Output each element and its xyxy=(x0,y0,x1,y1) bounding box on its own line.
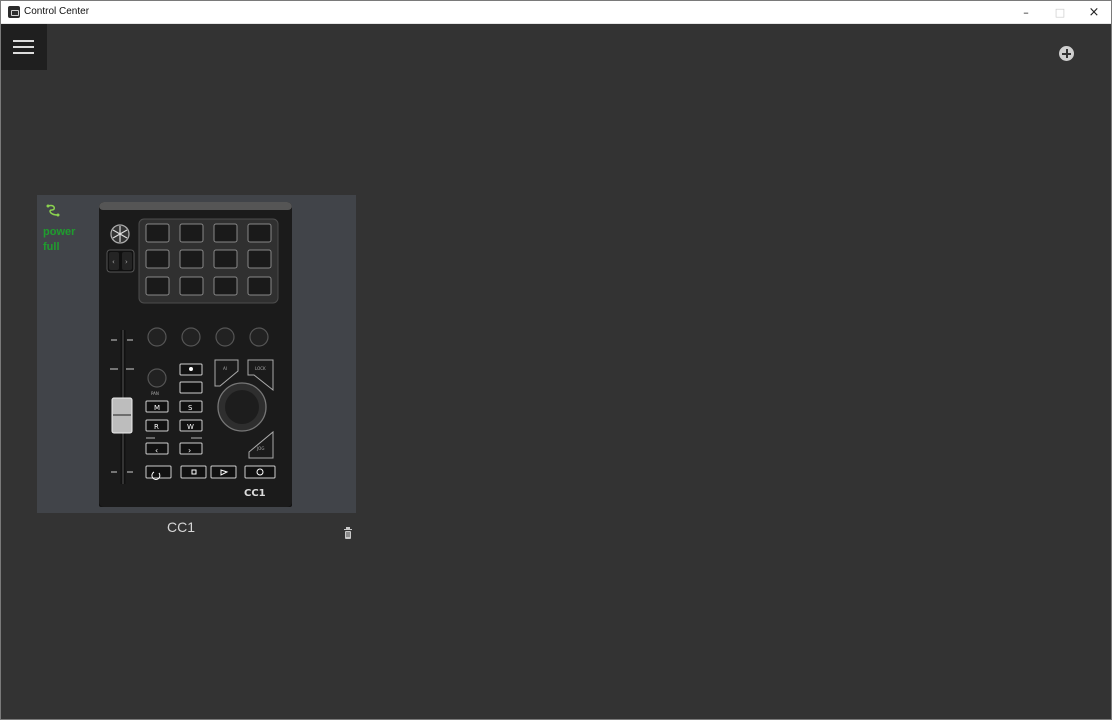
hamburger-menu-icon[interactable] xyxy=(1,24,47,70)
status-text-level: full xyxy=(43,241,60,253)
plus-circle-icon[interactable] xyxy=(1059,46,1074,61)
maximize-button[interactable]: □ xyxy=(1043,1,1077,24)
svg-text:LOCK: LOCK xyxy=(255,366,266,371)
svg-text:‹: ‹ xyxy=(155,446,158,455)
svg-text:AI: AI xyxy=(223,366,227,371)
svg-text:‹: ‹ xyxy=(112,258,115,266)
status-text-power: power xyxy=(43,226,76,238)
svg-text:M: M xyxy=(154,404,160,412)
trash-icon[interactable] xyxy=(343,527,353,539)
usb-connection-icon xyxy=(46,204,60,217)
control-center-window: Control Center – □ × power full ‹ › PAN … xyxy=(0,0,1112,720)
svg-text:PAN: PAN xyxy=(151,391,159,396)
svg-text:R: R xyxy=(154,423,159,431)
main-content: power full ‹ › PAN M S R W ‹ › AI LOCK J… xyxy=(1,24,1111,719)
svg-text:CC1: CC1 xyxy=(244,488,266,499)
app-icon xyxy=(8,6,20,18)
window-title: Control Center xyxy=(24,6,90,17)
svg-text:›: › xyxy=(188,446,191,455)
svg-text:S: S xyxy=(188,404,193,412)
svg-text:›: › xyxy=(125,258,128,266)
yamaha-cc1-controller-image: ‹ › PAN M S R W ‹ › AI LOCK JOG CC1 xyxy=(99,202,292,507)
title-bar: Control Center – □ × xyxy=(1,1,1111,24)
svg-text:JOG: JOG xyxy=(256,446,264,451)
minimize-button[interactable]: – xyxy=(1009,1,1043,24)
svg-text:W: W xyxy=(187,423,194,431)
device-card-cc1[interactable]: power full ‹ › PAN M S R W ‹ › AI LOCK J… xyxy=(37,195,356,513)
close-button[interactable]: × xyxy=(1077,1,1111,24)
device-name-label: CC1 xyxy=(167,519,196,535)
